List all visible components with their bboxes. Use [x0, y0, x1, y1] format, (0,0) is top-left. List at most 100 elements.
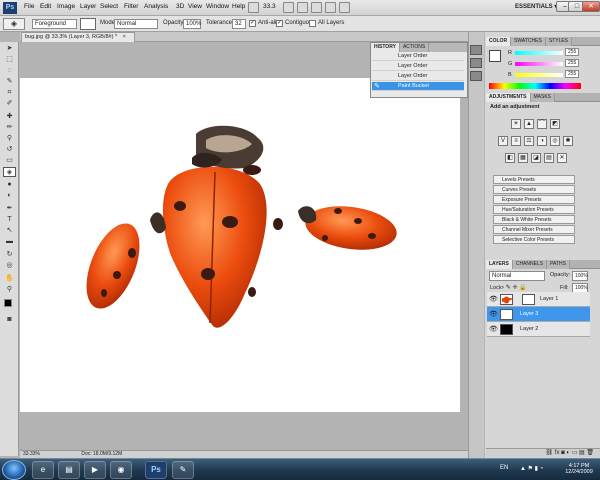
preset-curves[interactable]: Curves Presets — [493, 185, 575, 194]
ie-icon[interactable]: e — [32, 461, 54, 479]
menu-filter[interactable]: Filter — [124, 3, 138, 10]
layers-footer-buttons[interactable]: ⛓ fx ◙ ◐ ▭ ▤ 🗑 — [486, 448, 600, 457]
foreground-color-swatch[interactable] — [4, 299, 12, 307]
clone-stamp-icon[interactable]: ⚲ — [3, 134, 16, 144]
pen-tool-icon[interactable]: ✒ — [3, 204, 16, 214]
zoom-tool-icon[interactable]: ⚲ — [3, 285, 16, 295]
channel-mixer-icon[interactable]: ✺ — [563, 136, 573, 146]
tab-channels[interactable]: CHANNELS — [512, 260, 548, 269]
healing-brush-icon[interactable]: ✚ — [3, 112, 16, 122]
threshold-icon[interactable]: ◪ — [531, 153, 541, 163]
gradient-map-icon[interactable]: ▤ — [544, 153, 554, 163]
tray-icons[interactable]: ▲ ⚑ ▮ ◔ — [520, 465, 543, 472]
blend-mode-select[interactable]: Normal — [489, 271, 545, 281]
zoom-tool-icon[interactable] — [297, 2, 308, 13]
close-document-icon[interactable]: × — [123, 34, 126, 40]
menu-help[interactable]: Help — [232, 3, 245, 10]
tab-masks[interactable]: MASKS — [530, 93, 556, 102]
tab-styles[interactable]: STYLES — [545, 37, 573, 46]
history-row[interactable]: Layer Order — [372, 52, 464, 61]
dodge-tool-icon[interactable]: ◐ — [3, 191, 16, 201]
channel-r-slider[interactable] — [515, 51, 563, 55]
pattern-picker[interactable] — [80, 18, 96, 30]
preset-channel-mixer[interactable]: Channel Mixer Presets — [493, 225, 575, 234]
color-balance-icon[interactable]: ⚖ — [524, 136, 534, 146]
3d-rotate-icon[interactable]: ↻ — [3, 250, 16, 260]
channel-g-value[interactable]: 255 — [565, 59, 579, 67]
rotate-view-icon[interactable] — [311, 2, 322, 13]
layer-opacity-input[interactable]: 100% — [572, 271, 588, 281]
history-row[interactable]: Layer Order — [372, 62, 464, 71]
screen-mode-icon[interactable] — [339, 2, 350, 13]
levels-icon[interactable]: ▲ — [524, 119, 534, 129]
menu-edit[interactable]: Edit — [40, 3, 51, 10]
actions-panel-icon[interactable] — [470, 58, 482, 68]
menu-image[interactable]: Image — [57, 3, 75, 10]
eye-icon[interactable]: 👁 — [489, 296, 498, 304]
tolerance-input[interactable]: 32 — [232, 19, 246, 29]
menu-analysis[interactable]: Analysis — [144, 3, 168, 10]
hand-tool-icon[interactable]: ✋ — [3, 274, 16, 284]
all-layers-checkbox[interactable] — [309, 20, 316, 27]
preset-hue-saturation[interactable]: Hue/Saturation Presets — [493, 205, 575, 214]
eyedropper-tool-icon[interactable]: ✐ — [3, 99, 16, 109]
history-panel-icon[interactable] — [470, 45, 482, 55]
start-button[interactable] — [2, 460, 26, 480]
menu-3d[interactable]: 3D — [176, 3, 184, 10]
tab-paths[interactable]: PATHS — [547, 260, 570, 269]
type-tool-icon[interactable]: T — [3, 215, 16, 225]
menu-view[interactable]: View — [188, 3, 202, 10]
brushes-panel-icon[interactable] — [470, 71, 482, 81]
menu-file[interactable]: File — [24, 3, 34, 10]
document-tab[interactable]: bug.jpg @ 33.3% (Layer 3, RGB/8#) * × — [21, 32, 135, 42]
paint-bucket-icon[interactable]: ◈ — [3, 18, 25, 30]
photoshop-logo[interactable]: Ps — [3, 2, 17, 14]
channel-b-slider[interactable] — [515, 73, 563, 77]
language-indicator[interactable]: EN — [500, 465, 508, 471]
eye-icon[interactable]: 👁 — [489, 311, 498, 319]
path-select-icon[interactable]: ↖ — [3, 226, 16, 236]
tab-actions[interactable]: ACTIONS — [399, 43, 430, 52]
exposure-icon[interactable]: ◩ — [550, 119, 560, 129]
selective-color-icon[interactable]: ✕ — [557, 153, 567, 163]
hand-tool-icon[interactable] — [283, 2, 294, 13]
tab-history[interactable]: HISTORY — [371, 43, 400, 52]
paint-bucket-tool-icon[interactable]: ◈ — [3, 167, 16, 177]
vibrance-icon[interactable]: V — [498, 136, 508, 146]
color-foreground-swatch[interactable] — [489, 50, 501, 62]
firefox-icon[interactable]: ◉ — [110, 461, 132, 479]
history-brush-source-icon[interactable]: ✎ — [374, 82, 382, 90]
workspace-switcher[interactable]: ESSENTIALS ▾ — [515, 3, 557, 10]
brush-tool-icon[interactable]: ✏ — [3, 123, 16, 133]
curves-icon[interactable]: ⌒ — [537, 119, 547, 129]
black-white-icon[interactable]: ◑ — [537, 136, 547, 146]
move-tool-icon[interactable]: ➤ — [3, 44, 16, 54]
channel-b-value[interactable]: 255 — [565, 70, 579, 78]
photo-filter-icon[interactable]: ◎ — [550, 136, 560, 146]
tab-adjustments[interactable]: ADJUSTMENTS — [486, 93, 531, 102]
eye-icon[interactable]: 👁 — [489, 326, 498, 334]
history-brush-icon[interactable]: ↺ — [3, 145, 16, 155]
posterize-icon[interactable]: ▦ — [518, 153, 528, 163]
contiguous-checkbox[interactable]: ✓ — [276, 20, 283, 27]
eraser-tool-icon[interactable]: ▭ — [3, 156, 16, 166]
opacity-input[interactable]: 100% — [183, 19, 201, 29]
fill-source-select[interactable]: Foreground — [32, 19, 77, 29]
close-button[interactable]: ✕ — [582, 1, 600, 12]
zoom-level[interactable]: 33.3 — [263, 3, 276, 10]
invert-icon[interactable]: ◧ — [505, 153, 515, 163]
folder-icon[interactable]: ▤ — [58, 461, 80, 479]
system-clock[interactable]: 4:17 PM 12/24/2009 — [560, 463, 598, 475]
mode-select[interactable]: Normal — [114, 19, 158, 29]
menu-select[interactable]: Select — [100, 3, 118, 10]
shape-tool-icon[interactable]: ▬ — [3, 237, 16, 247]
tab-color[interactable]: COLOR — [486, 37, 512, 46]
photoshop-taskbar-button[interactable]: Ps — [145, 461, 167, 479]
lock-icons[interactable]: ▫ ✎ ✛ 🔒 — [502, 284, 527, 291]
crop-tool-icon[interactable]: ⌗ — [3, 88, 16, 98]
preset-exposure[interactable]: Exposure Presets — [493, 195, 575, 204]
launch-bridge-icon[interactable] — [248, 2, 259, 13]
brightness-contrast-icon[interactable]: ☀ — [511, 119, 521, 129]
channel-r-value[interactable]: 255 — [565, 48, 579, 56]
preset-black-white[interactable]: Black & White Presets — [493, 215, 575, 224]
